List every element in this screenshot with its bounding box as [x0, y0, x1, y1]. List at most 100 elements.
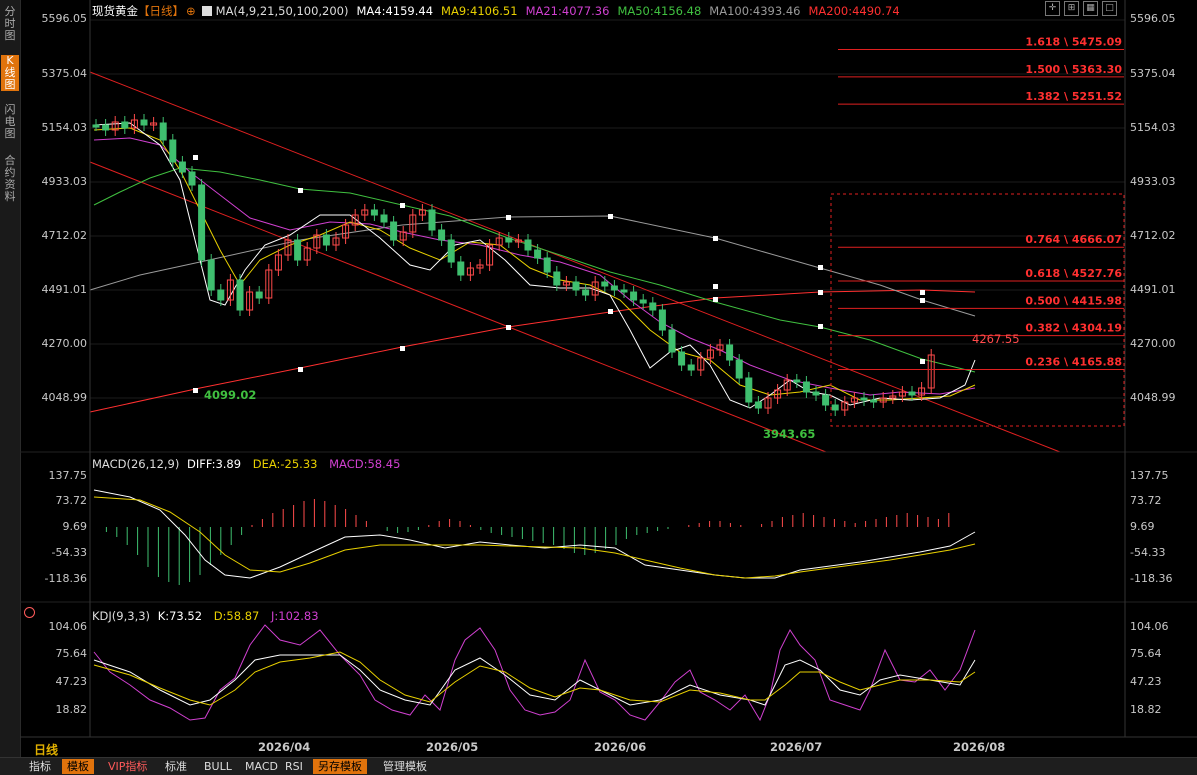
candle-body — [486, 244, 494, 266]
tab-indicators[interactable]: 指标 — [24, 759, 56, 774]
drawing-handle[interactable] — [608, 309, 613, 314]
candle-body — [370, 209, 378, 216]
drawing-handle[interactable] — [920, 298, 925, 303]
tab-timeshare[interactable]: 分时图 — [1, 6, 19, 42]
candle-body — [207, 259, 215, 291]
candle-body — [543, 257, 551, 273]
main-chart-header: 现货黄金 【日线】 ⊕ MA(4,9,21,50,100,200) MA4:41… — [92, 3, 908, 19]
period-label[interactable]: 日线 — [34, 741, 58, 758]
fibonacci-levels: 1.618 \ 5475.09 1.500 \ 5363.30 1.382 \ 52… — [838, 36, 1124, 370]
instrument-title: 现货黄金 — [92, 4, 138, 18]
candle-body — [92, 124, 100, 128]
channel-upper-line[interactable] — [89, 71, 1061, 453]
drawing-handle[interactable] — [920, 290, 925, 295]
settings-icon[interactable]: ⊕ — [186, 4, 196, 18]
chart-app: 分时图 K线图 闪电图 合约资料 现货黄金 【日线】 ⊕ MA(4,9,21,5… — [0, 0, 1197, 775]
macd-axis-right: -118.36 — [1130, 572, 1173, 585]
drawing-handle[interactable] — [818, 324, 823, 329]
kdj-k-line — [93, 654, 976, 706]
drawing-handle[interactable] — [400, 203, 405, 208]
tab-rsi[interactable]: RSI — [280, 759, 308, 774]
candle-body — [198, 184, 206, 261]
indicator-toolbar: 指标 模板 VIP指标 标准 BULL MACD RSI 另存模板 管理模板 — [0, 757, 1197, 775]
drawing-handle[interactable] — [506, 325, 511, 330]
candles — [92, 114, 935, 416]
macd-axis-left: -54.33 — [51, 546, 87, 559]
kdj-k: K:73.52 — [157, 609, 203, 623]
drawing-handle[interactable] — [506, 215, 511, 220]
candle-body — [236, 279, 244, 311]
kdj-j: J:102.83 — [271, 609, 319, 623]
tab-vip-indicators[interactable]: VIP指标 — [103, 759, 152, 774]
panel-settings-icon[interactable] — [24, 607, 35, 618]
grid-icon[interactable]: ▦ — [1083, 1, 1098, 16]
candle-body — [524, 239, 532, 251]
save-template-button[interactable]: 另存模板 — [313, 759, 367, 774]
drawing-handle[interactable] — [818, 265, 823, 270]
fib-zone-frame[interactable] — [830, 193, 1125, 427]
candle-body — [639, 299, 647, 304]
window-controls: ✛ ⊞ ▦ □ — [1045, 1, 1117, 16]
drawing-handle[interactable] — [818, 290, 823, 295]
candle-body — [572, 281, 580, 291]
drawing-handle[interactable] — [713, 236, 718, 241]
candle-body — [140, 119, 148, 126]
tab-flash-chart[interactable]: 闪电图 — [1, 104, 19, 140]
candle-body — [150, 122, 158, 126]
ma21-line — [93, 137, 976, 396]
price-label-left: 4270.00 — [41, 337, 88, 350]
candle-body — [476, 264, 484, 269]
ma200-line — [89, 289, 976, 413]
tab-template[interactable]: 模板 — [62, 759, 94, 774]
ma4-value: MA4:4159.44 — [356, 4, 434, 18]
candle-body — [217, 289, 225, 301]
price-label-left: 4712.02 — [41, 229, 88, 242]
drawing-handle[interactable] — [193, 388, 198, 393]
zoom-icon[interactable]: ⊞ — [1064, 1, 1079, 16]
drawing-handle[interactable] — [400, 346, 405, 351]
candle-body — [687, 364, 695, 371]
candle-body — [447, 239, 455, 263]
kdj-d-line — [93, 651, 976, 706]
high-annotation: 4267.55 — [972, 332, 1020, 346]
tab-standard[interactable]: 标准 — [160, 759, 192, 774]
macd-axis-right: 73.72 — [1130, 494, 1162, 507]
price-label-right: 5375.04 — [1130, 67, 1176, 80]
ma-toggle-icon[interactable] — [201, 6, 212, 16]
candle-body — [774, 389, 782, 399]
ma4-line — [93, 122, 976, 409]
tab-macd[interactable]: MACD — [240, 759, 283, 774]
drawing-handle[interactable] — [298, 188, 303, 193]
candle-body — [390, 221, 398, 241]
drawing-handle[interactable] — [713, 297, 718, 302]
tab-bull[interactable]: BULL — [199, 759, 237, 774]
drawing-handle[interactable] — [298, 367, 303, 372]
macd-dea: DEA:-25.33 — [252, 457, 318, 471]
ma200-value: MA200:4490.74 — [808, 4, 900, 18]
ma9-value: MA9:4106.51 — [441, 4, 518, 18]
maximize-icon[interactable]: □ — [1102, 1, 1117, 16]
candlestick-chart[interactable]: 1.618 \ 5475.09 1.500 \ 5363.30 1.382 \ 52… — [0, 0, 1197, 774]
macd-axis-left: -118.36 — [44, 572, 87, 585]
manage-template-button[interactable]: 管理模板 — [378, 759, 432, 774]
price-label-left: 5375.04 — [41, 67, 88, 80]
channel-lower-line[interactable] — [89, 161, 827, 453]
candle-body — [649, 302, 657, 311]
drawing-handle[interactable] — [608, 214, 613, 219]
drawing-handles[interactable] — [193, 155, 925, 393]
kdj-axis-left: 75.64 — [55, 647, 88, 660]
kdj-j-line — [93, 624, 976, 722]
drawing-handle[interactable] — [713, 284, 718, 289]
kdj-d: D:58.87 — [213, 609, 260, 623]
drawing-handle[interactable] — [920, 359, 925, 364]
crosshair-icon[interactable]: ✛ — [1045, 1, 1060, 16]
candle-body — [274, 254, 282, 271]
low-annotation-2: 3943.65 — [763, 427, 815, 441]
candle-body — [601, 281, 609, 287]
candle-body — [764, 397, 772, 409]
candle-body — [226, 279, 234, 301]
tab-contract-info[interactable]: 合约资料 — [1, 155, 19, 203]
drawing-handle[interactable] — [193, 155, 198, 160]
tab-kline[interactable]: K线图 — [1, 55, 19, 91]
ma50-value: MA50:4156.48 — [617, 4, 702, 18]
